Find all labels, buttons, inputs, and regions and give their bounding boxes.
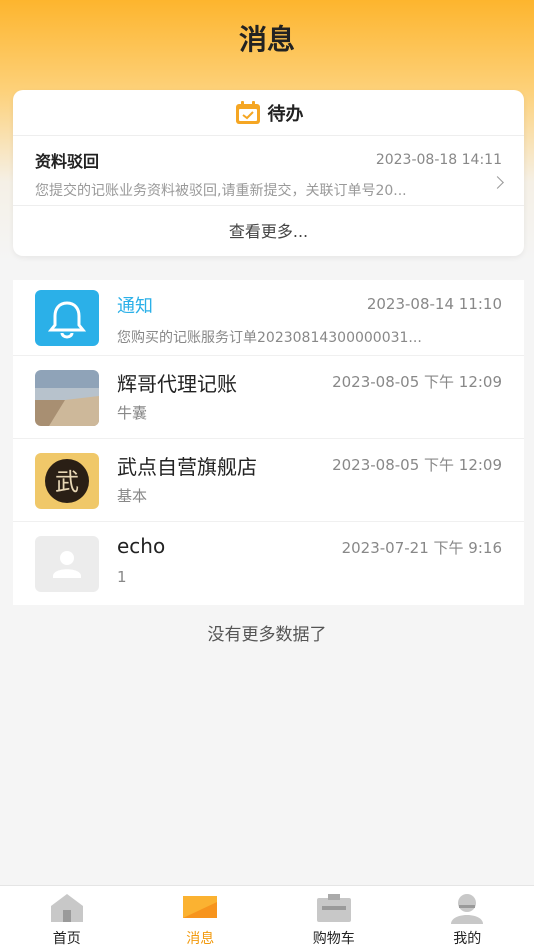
- wu-logo-avatar: 武: [35, 453, 99, 509]
- list-item[interactable]: 武 武点自营旗舰店 2023-08-05 下午 12:09 基本: [13, 439, 524, 522]
- tab-label: 购物车: [312, 931, 355, 947]
- message-title: 通知: [117, 296, 153, 317]
- message-time: 2023-07-21 下午 9:16: [341, 539, 502, 557]
- todo-title: 待办: [267, 103, 304, 125]
- tab-bar: 首页 消息 购物车 我的: [0, 885, 534, 950]
- todo-item-title: 资料驳回: [35, 152, 100, 171]
- profile-icon: [451, 894, 484, 924]
- message-title: 武点自营旗舰店: [117, 455, 257, 479]
- tab-label: 首页: [52, 931, 81, 947]
- bell-icon: [35, 290, 99, 346]
- message-time: 2023-08-14 11:10: [366, 295, 502, 313]
- message-time: 2023-08-05 下午 12:09: [332, 373, 502, 391]
- tab-cart[interactable]: 购物车: [267, 886, 401, 950]
- message-list: 通知 2023-08-14 11:10 您购买的记账服务订单2023081430…: [13, 280, 524, 605]
- tab-home[interactable]: 首页: [0, 886, 134, 950]
- home-icon: [50, 894, 83, 922]
- list-item[interactable]: 辉哥代理记账 2023-08-05 下午 12:09 牛囊: [13, 356, 524, 439]
- todo-header: 待办: [13, 90, 524, 136]
- chevron-right-icon: [491, 176, 504, 189]
- tab-profile[interactable]: 我的: [401, 886, 534, 950]
- todo-item-time: 2023-08-18 14:11: [375, 152, 502, 168]
- tab-messages[interactable]: 消息: [134, 886, 268, 950]
- no-more-data-text: 没有更多数据了: [207, 625, 327, 645]
- page-title: 消息: [238, 23, 295, 56]
- default-user-avatar: [35, 536, 99, 592]
- message-icon: [183, 896, 218, 918]
- message-title: echo: [117, 534, 166, 558]
- tab-label: 我的: [453, 931, 482, 947]
- message-preview: 1: [117, 568, 127, 586]
- list-item[interactable]: echo 2023-07-21 下午 9:16 1: [13, 522, 524, 605]
- message-time: 2023-08-05 下午 12:09: [332, 456, 502, 474]
- todo-item[interactable]: 资料驳回 2023-08-18 14:11 您提交的记账业务资料被驳回,请重新提…: [13, 136, 524, 206]
- cart-icon: [316, 894, 351, 922]
- message-title: 辉哥代理记账: [117, 372, 237, 396]
- message-preview: 牛囊: [117, 404, 148, 422]
- tab-label: 消息: [186, 931, 215, 947]
- message-preview: 基本: [117, 487, 148, 505]
- message-preview: 您购买的记账服务订单20230814300000031...: [117, 330, 422, 346]
- pier-photo-avatar: [35, 370, 99, 426]
- calendar-check-icon: [235, 100, 260, 124]
- svg-text:武: 武: [55, 468, 79, 496]
- todo-card: 待办 资料驳回 2023-08-18 14:11 您提交的记账业务资料被驳回,请…: [13, 90, 524, 256]
- list-item[interactable]: 通知 2023-08-14 11:10 您购买的记账服务订单2023081430…: [13, 280, 524, 356]
- todo-item-desc: 您提交的记账业务资料被驳回,请重新提交，关联订单号20...: [35, 183, 407, 199]
- view-more-button[interactable]: 查看更多...: [13, 206, 524, 254]
